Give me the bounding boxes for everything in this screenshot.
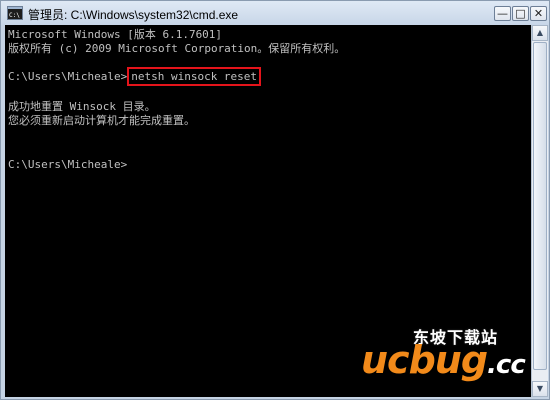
console-line: 版权所有 (c) 2009 Microsoft Corporation。保留所有… xyxy=(8,42,346,55)
scrollbar-thumb[interactable] xyxy=(533,42,547,370)
highlighted-command: netsh winsock reset xyxy=(127,67,262,86)
arrow-up-icon[interactable]: ▲ xyxy=(532,25,548,41)
site-watermark: 东坡下载站 ucbug.cc xyxy=(361,324,546,394)
console-line: 您必须重新启动计算机才能完成重置。 xyxy=(8,114,195,127)
watermark-logo-main: ucbug xyxy=(361,338,488,382)
console-line: 成功地重置 Winsock 目录。 xyxy=(8,100,156,113)
watermark-logo: ucbug.cc xyxy=(361,338,526,382)
console-prompt: C:\Users\Micheale> xyxy=(8,70,128,83)
console-prompt: C:\Users\Micheale> xyxy=(8,158,128,171)
cmd-window: C:\ 管理员: C:\Windows\system32\cmd.exe — □… xyxy=(0,0,550,400)
close-button[interactable]: ✕ xyxy=(530,6,547,21)
watermark-logo-suffix: .cc xyxy=(487,350,526,380)
svg-text:C:\: C:\ xyxy=(9,12,20,19)
console-line: Microsoft Windows [版本 6.1.7601] xyxy=(8,28,223,41)
minimize-button[interactable]: — xyxy=(494,6,511,21)
title-bar[interactable]: C:\ 管理员: C:\Windows\system32\cmd.exe — □… xyxy=(1,1,549,25)
maximize-button[interactable]: □ xyxy=(512,6,529,21)
cmd-icon: C:\ xyxy=(7,6,23,20)
console-prompt-line: C:\Users\Micheale> netsh winsock reset xyxy=(8,67,262,86)
window-title: 管理员: C:\Windows\system32\cmd.exe xyxy=(28,8,239,22)
